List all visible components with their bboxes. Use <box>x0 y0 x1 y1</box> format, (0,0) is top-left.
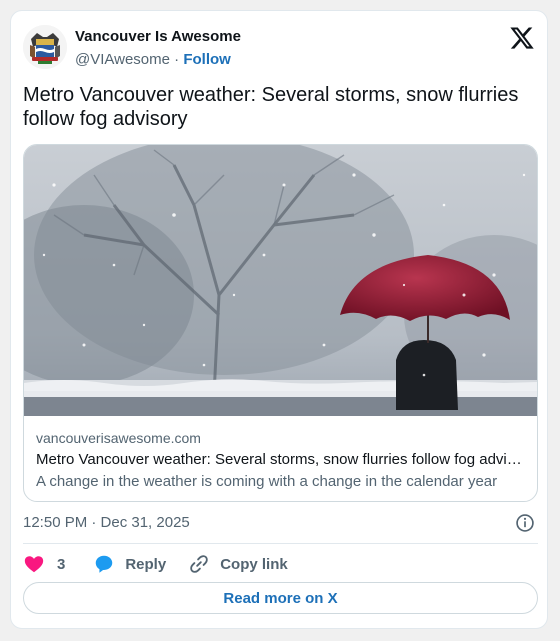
author-handle-row: @VIAwesome · Follow <box>75 51 231 68</box>
author-handle[interactable]: @VIAwesome <box>75 51 170 68</box>
snowy-umbrella-photo <box>24 145 537 416</box>
action-bar: 3 Reply Copy link <box>23 553 288 575</box>
follow-button[interactable]: Follow <box>183 51 231 68</box>
embedded-post-card: Vancouver Is Awesome @VIAwesome · Follow… <box>10 10 548 629</box>
reply-button[interactable]: Reply <box>93 553 166 575</box>
author-name[interactable]: Vancouver Is Awesome <box>75 28 241 45</box>
like-count: 3 <box>57 555 66 573</box>
separator-dot: · <box>174 51 180 68</box>
post-timestamp[interactable]: 12:50 PM · Dec 31, 2025 <box>23 514 190 531</box>
read-more-button[interactable]: Read more on X <box>23 582 538 614</box>
heart-icon <box>24 556 44 573</box>
link-icon <box>190 555 208 573</box>
link-description: A change in the weather is coming with a… <box>36 473 498 490</box>
info-icon[interactable] <box>515 513 535 533</box>
link-title: Metro Vancouver weather: Several storms,… <box>36 451 526 468</box>
like-button[interactable]: 3 <box>23 553 65 575</box>
link-preview-card[interactable]: vancouverisawesome.com Metro Vancouver w… <box>23 144 538 502</box>
post-text: Metro Vancouver weather: Several storms,… <box>23 84 519 130</box>
copy-link-button[interactable]: Copy link <box>188 553 288 575</box>
avatar[interactable] <box>23 25 67 69</box>
reply-bubble-icon <box>96 555 113 573</box>
copy-link-label: Copy link <box>220 555 288 573</box>
link-domain: vancouverisawesome.com <box>36 430 201 446</box>
reply-label: Reply <box>125 555 167 573</box>
x-logo-icon[interactable] <box>509 25 535 51</box>
crest-logo-icon <box>23 25 67 69</box>
divider <box>23 543 538 544</box>
